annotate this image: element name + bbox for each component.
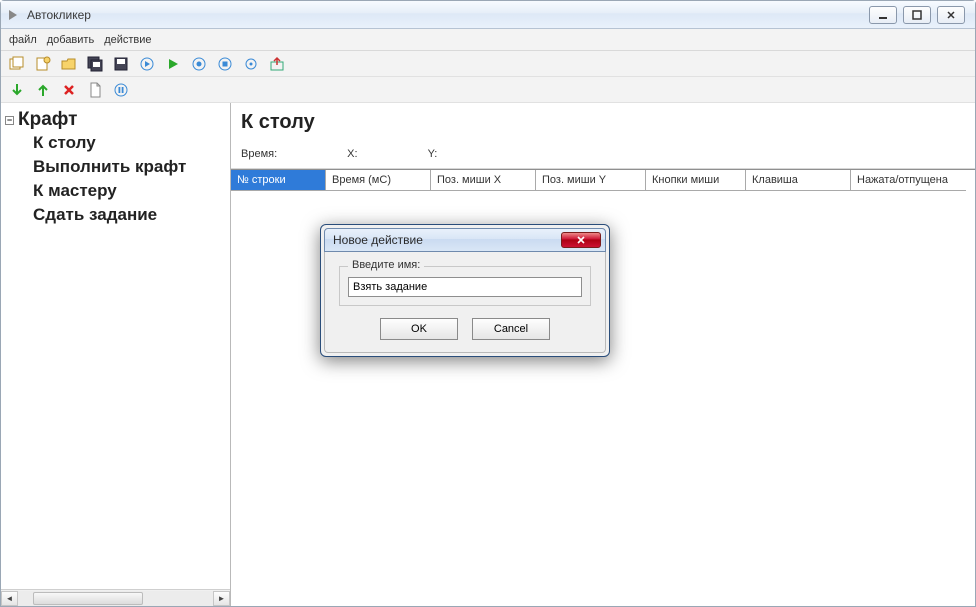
- tree-children: К столу Выполнить крафт К мастеру Сдать …: [5, 131, 226, 227]
- dialog-close-button[interactable]: [561, 232, 601, 248]
- app-icon: [7, 8, 21, 22]
- dialog-fieldset: Введите имя:: [339, 266, 591, 306]
- tree-item[interactable]: К мастеру: [33, 179, 226, 203]
- tree-expander-icon[interactable]: −: [5, 116, 14, 125]
- toolbar-secondary: [1, 77, 975, 103]
- time-label: Время:: [241, 148, 277, 160]
- stop-icon[interactable]: [215, 54, 235, 74]
- ok-button[interactable]: OK: [380, 318, 458, 340]
- dialog-title: Новое действие: [333, 233, 423, 247]
- tree-root[interactable]: − Крафт: [5, 109, 226, 131]
- dialog-buttons: OK Cancel: [339, 318, 591, 340]
- delete-icon[interactable]: [59, 80, 79, 100]
- col-header-posx[interactable]: Поз. миши X: [431, 170, 536, 191]
- minimize-button[interactable]: [869, 6, 897, 24]
- save-icon[interactable]: [111, 54, 131, 74]
- data-grid: № строки Время (мС) Поз. миши X Поз. миш…: [231, 169, 975, 191]
- arrow-down-icon[interactable]: [7, 80, 27, 100]
- menubar: файл добавить действие: [1, 29, 975, 51]
- col-header-row-num[interactable]: № строки: [231, 170, 326, 191]
- target-icon[interactable]: [241, 54, 261, 74]
- close-button[interactable]: [937, 6, 965, 24]
- tree-item[interactable]: Сдать задание: [33, 203, 226, 227]
- play-icon[interactable]: [137, 54, 157, 74]
- tree-item[interactable]: Выполнить крафт: [33, 155, 226, 179]
- horizontal-scrollbar[interactable]: ◄ ►: [1, 589, 230, 606]
- x-label: X:: [347, 148, 357, 160]
- col-header-mouse-buttons[interactable]: Кнопки миши: [646, 170, 746, 191]
- col-header-key[interactable]: Клавиша: [746, 170, 851, 191]
- window-title: Автокликер: [27, 8, 869, 22]
- content-header: К столу Время: X: Y:: [231, 103, 975, 169]
- menu-file[interactable]: файл: [9, 34, 37, 46]
- info-row: Время: X: Y:: [241, 148, 965, 164]
- toolbar-primary: [1, 51, 975, 77]
- export-icon[interactable]: [267, 54, 287, 74]
- record-icon[interactable]: [189, 54, 209, 74]
- new-window-icon[interactable]: [7, 54, 27, 74]
- arrow-up-icon[interactable]: [33, 80, 53, 100]
- run-icon[interactable]: [163, 54, 183, 74]
- titlebar: Автокликер: [1, 1, 975, 29]
- scroll-track[interactable]: [18, 591, 213, 606]
- scroll-left-icon[interactable]: ◄: [1, 591, 18, 606]
- save-all-icon[interactable]: [85, 54, 105, 74]
- col-header-posy[interactable]: Поз. миши Y: [536, 170, 646, 191]
- new-action-dialog: Новое действие Введите имя: OK Cancel: [320, 224, 610, 357]
- y-label: Y:: [428, 148, 438, 160]
- name-input[interactable]: [348, 277, 582, 297]
- grid-header-row: № строки Время (мС) Поз. миши X Поз. миш…: [231, 170, 975, 191]
- pause-icon[interactable]: [111, 80, 131, 100]
- cancel-button[interactable]: Cancel: [472, 318, 550, 340]
- scroll-thumb[interactable]: [33, 592, 143, 605]
- document-icon[interactable]: [85, 80, 105, 100]
- open-icon[interactable]: [59, 54, 79, 74]
- tree-root-label: Крафт: [18, 109, 77, 131]
- sidebar: − Крафт К столу Выполнить крафт К мастер…: [1, 103, 231, 606]
- dialog-titlebar[interactable]: Новое действие: [324, 228, 606, 252]
- scroll-right-icon[interactable]: ►: [213, 591, 230, 606]
- tree: − Крафт К столу Выполнить крафт К мастер…: [1, 103, 230, 589]
- menu-add[interactable]: добавить: [47, 34, 94, 46]
- tree-item[interactable]: К столу: [33, 131, 226, 155]
- maximize-button[interactable]: [903, 6, 931, 24]
- col-header-state[interactable]: Нажата/отпущена: [851, 170, 966, 191]
- col-header-time[interactable]: Время (мС): [326, 170, 431, 191]
- new-doc-icon[interactable]: [33, 54, 53, 74]
- content-title: К столу: [241, 111, 965, 134]
- menu-action[interactable]: действие: [104, 34, 151, 46]
- dialog-prompt: Введите имя:: [348, 259, 424, 271]
- window-controls: [869, 6, 965, 24]
- dialog-body: Введите имя: OK Cancel: [324, 252, 606, 353]
